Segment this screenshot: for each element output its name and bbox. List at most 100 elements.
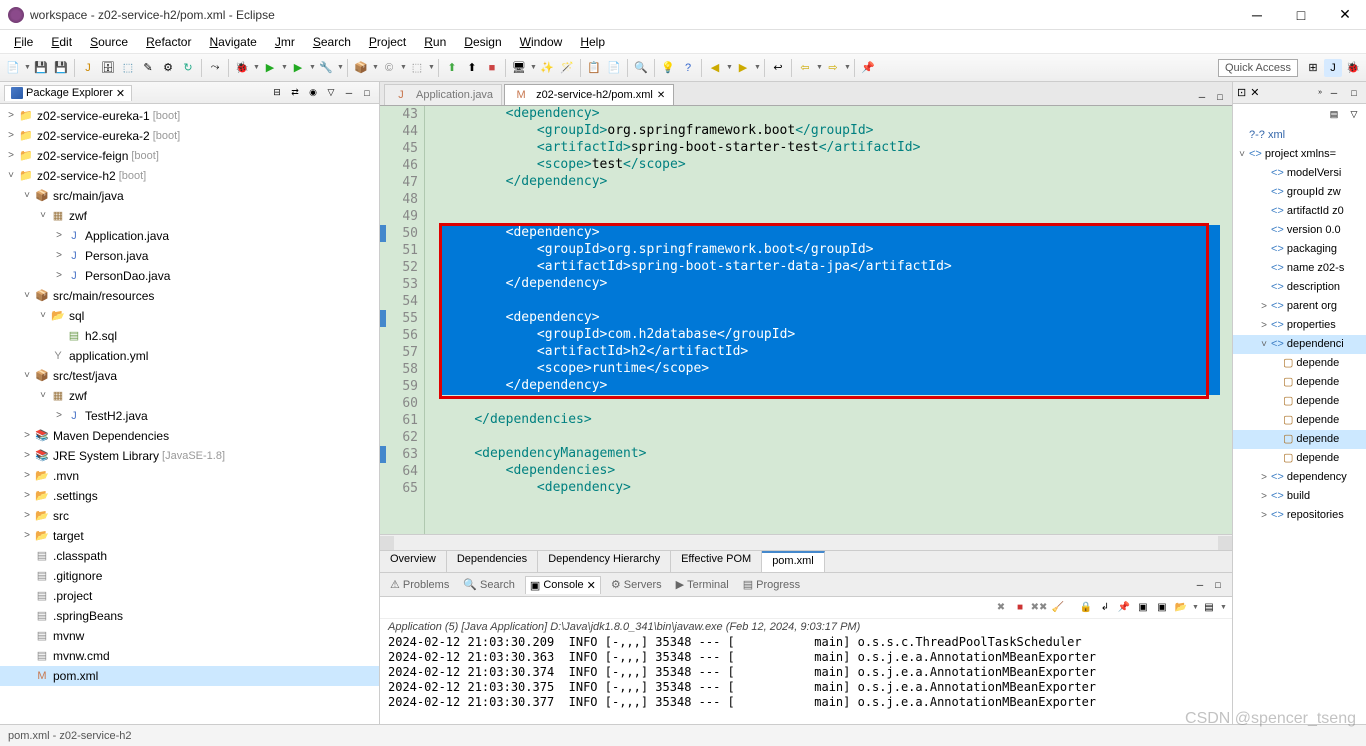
tree-item[interactable]: ▤h2.sql: [0, 326, 379, 346]
tree-item[interactable]: >📂target: [0, 526, 379, 546]
tree-item[interactable]: ˅📦src/test/java: [0, 366, 379, 386]
tree-item[interactable]: ▤.project: [0, 586, 379, 606]
outline-node[interactable]: ><>dependency: [1233, 468, 1366, 487]
boot-stop-icon[interactable]: ■: [483, 59, 501, 77]
maximize-button[interactable]: □: [1288, 5, 1314, 25]
close-button[interactable]: ✕: [1332, 5, 1358, 25]
tree-item[interactable]: >📁z02-service-eureka-2[boot]: [0, 126, 379, 146]
ext-tools-icon[interactable]: 🔧: [317, 59, 335, 77]
pom-tab-effective-pom[interactable]: Effective POM: [671, 551, 762, 572]
outline-node[interactable]: <>artifactId z0: [1233, 202, 1366, 221]
menu-edit[interactable]: Edit: [43, 33, 80, 51]
outline-node[interactable]: ▢depende: [1233, 392, 1366, 411]
menu-jmr[interactable]: Jmr: [267, 33, 303, 51]
tree-item[interactable]: ▤.classpath: [0, 546, 379, 566]
outline-menu-icon[interactable]: »: [1318, 89, 1322, 96]
pin-console-icon[interactable]: 📌: [1116, 600, 1132, 616]
console-output[interactable]: 2024-02-12 21:03:30.209 INFO [-,,,] 3534…: [380, 635, 1232, 724]
scroll-lock-icon[interactable]: 🔒: [1078, 600, 1094, 616]
view-tab-terminal[interactable]: ▶Terminal: [672, 576, 733, 593]
editor-tab[interactable]: Mz02-service-h2/pom.xml✕: [504, 84, 674, 105]
tree-item[interactable]: ▤.springBeans: [0, 606, 379, 626]
server-icon[interactable]: 🖥: [510, 59, 528, 77]
bottom-max-icon[interactable]: □: [1210, 577, 1226, 593]
coverage-icon[interactable]: ▶: [289, 59, 307, 77]
tree-item[interactable]: ▤.gitignore: [0, 566, 379, 586]
tree-item[interactable]: ▤mvnw: [0, 626, 379, 646]
tree-item[interactable]: >📚Maven Dependencies: [0, 426, 379, 446]
tree-item[interactable]: >📁z02-service-feign[boot]: [0, 146, 379, 166]
edit-icon[interactable]: ✎: [139, 59, 157, 77]
pom-tab-dependency-hierarchy[interactable]: Dependency Hierarchy: [538, 551, 671, 572]
last-edit-icon[interactable]: ↩: [769, 59, 787, 77]
outline-tree[interactable]: ?-? xml˅<>project xmlns=<>modelVersi<>gr…: [1233, 124, 1366, 724]
show-when-icon[interactable]: ▣: [1135, 600, 1151, 616]
wizard-icon[interactable]: ✨: [538, 59, 556, 77]
tree-item[interactable]: Yapplication.yml: [0, 346, 379, 366]
view-tab-servers[interactable]: ⚙Servers: [607, 576, 666, 593]
wand-icon[interactable]: 🪄: [558, 59, 576, 77]
save-all-icon[interactable]: 💾: [52, 59, 70, 77]
editor-hscroll[interactable]: [380, 534, 1232, 550]
boot-icon[interactable]: ⬆: [443, 59, 461, 77]
tree-item[interactable]: ˅📁z02-service-h2[boot]: [0, 166, 379, 186]
outline-node[interactable]: ><>properties: [1233, 316, 1366, 335]
help-icon[interactable]: ?: [679, 59, 697, 77]
outline-node[interactable]: <>version 0.0: [1233, 221, 1366, 240]
tree-item[interactable]: >JPersonDao.java: [0, 266, 379, 286]
link-editor-icon[interactable]: ⇄: [287, 85, 303, 101]
outline-node[interactable]: ><>parent org: [1233, 297, 1366, 316]
outline-close-icon[interactable]: ✕: [1250, 86, 1259, 99]
task-icon[interactable]: 📋: [585, 59, 603, 77]
outline-node[interactable]: <>description: [1233, 278, 1366, 297]
task2-icon[interactable]: 📄: [605, 59, 623, 77]
outline-view-menu-icon[interactable]: ▽: [1346, 106, 1362, 122]
new-type-icon[interactable]: ⬚: [408, 59, 426, 77]
outline-node[interactable]: ▢depende: [1233, 354, 1366, 373]
menu-run[interactable]: Run: [416, 33, 454, 51]
tree-item[interactable]: >JApplication.java: [0, 226, 379, 246]
tree-item[interactable]: >📚JRE System Library[JavaSE-1.8]: [0, 446, 379, 466]
outline-node[interactable]: <>groupId zw: [1233, 183, 1366, 202]
tree-item[interactable]: >📂.mvn: [0, 466, 379, 486]
open-console-icon[interactable]: 📂: [1173, 600, 1189, 616]
outline-node[interactable]: ▢depende: [1233, 449, 1366, 468]
outline-project[interactable]: ˅<>project xmlns=: [1233, 145, 1366, 164]
project-tree[interactable]: >📁z02-service-eureka-1[boot]>📁z02-servic…: [0, 104, 379, 724]
code-content[interactable]: <dependency> <groupId>org.springframewor…: [439, 106, 1232, 534]
menu-file[interactable]: File: [6, 33, 41, 51]
pom-tab-pom.xml[interactable]: pom.xml: [762, 551, 825, 572]
word-wrap-icon[interactable]: ↲: [1097, 600, 1113, 616]
console-remove-icon[interactable]: ✖: [993, 600, 1009, 616]
outline-min-icon[interactable]: ─: [1326, 85, 1342, 101]
editor-min-icon[interactable]: ─: [1194, 89, 1210, 105]
menu-navigate[interactable]: Navigate: [201, 33, 264, 51]
tree-item[interactable]: >📂.settings: [0, 486, 379, 506]
menu-refactor[interactable]: Refactor: [138, 33, 199, 51]
remove-all-icon[interactable]: ✖✖: [1031, 600, 1047, 616]
run-icon[interactable]: ▶: [261, 59, 279, 77]
editor-tab[interactable]: JApplication.java: [384, 84, 502, 105]
minimize-view-icon[interactable]: ─: [341, 85, 357, 101]
pom-tab-dependencies[interactable]: Dependencies: [447, 551, 538, 572]
outline-sort-icon[interactable]: ▤: [1326, 106, 1342, 122]
new-pkg-icon[interactable]: 📦: [352, 59, 370, 77]
outline-max-icon[interactable]: □: [1346, 85, 1362, 101]
outline-node[interactable]: <>name z02-s: [1233, 259, 1366, 278]
view-tab-problems[interactable]: ⚠Problems: [386, 576, 453, 593]
bulb-icon[interactable]: 💡: [659, 59, 677, 77]
outline-node[interactable]: ▢depende: [1233, 430, 1366, 449]
db-icon[interactable]: 🗄: [99, 59, 117, 77]
focus-icon[interactable]: ◉: [305, 85, 321, 101]
skip-icon[interactable]: ⤳: [206, 59, 224, 77]
boot-debug-icon[interactable]: ⬆: [463, 59, 481, 77]
tree-item[interactable]: >📂src: [0, 506, 379, 526]
fwd-icon[interactable]: ⇨: [824, 59, 842, 77]
new-icon[interactable]: 📄: [4, 59, 22, 77]
debug-perspective-icon[interactable]: 🐞: [1344, 59, 1362, 77]
outline-node[interactable]: <>packaging: [1233, 240, 1366, 259]
debug-icon[interactable]: 🐞: [233, 59, 251, 77]
pin-icon[interactable]: 📌: [859, 59, 877, 77]
outline-node[interactable]: ▢depende: [1233, 411, 1366, 430]
refresh-icon[interactable]: ↻: [179, 59, 197, 77]
